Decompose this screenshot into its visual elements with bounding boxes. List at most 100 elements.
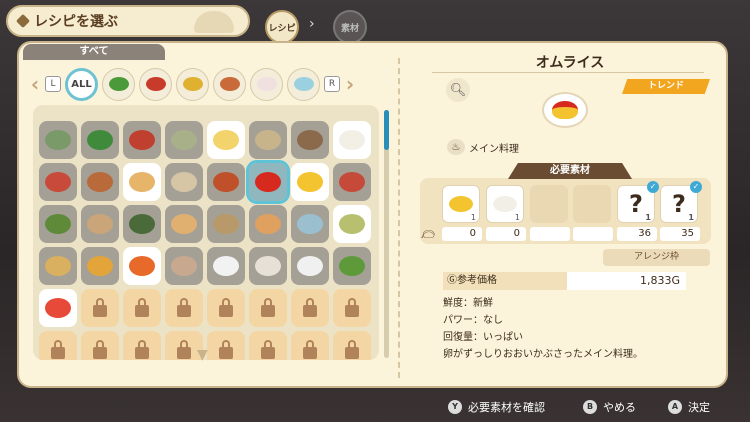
tab-all[interactable]: すべて: [23, 44, 165, 60]
price-row: Ⓖ参考価格 1,833G: [443, 272, 686, 290]
recipe-cell[interactable]: [123, 247, 161, 285]
lock-icon: [219, 297, 233, 317]
category-drink[interactable]: [287, 67, 320, 101]
recipe-cell[interactable]: [165, 247, 203, 285]
ingredient-count: 1: [470, 213, 476, 222]
recipe-cell[interactable]: [165, 121, 203, 159]
category-main-dish[interactable]: [213, 67, 246, 101]
locked-recipe-cell[interactable]: [123, 289, 161, 327]
scrollbar[interactable]: [384, 110, 389, 358]
lock-icon: [345, 297, 359, 317]
recipe-cell[interactable]: [291, 205, 329, 243]
ingredient-slot[interactable]: 1: [486, 185, 524, 223]
category-tabs: ALL: [65, 67, 320, 101]
locked-recipe-cell[interactable]: [207, 331, 245, 360]
chevron-right-icon[interactable]: ›: [344, 72, 356, 96]
recipe-cell[interactable]: [207, 247, 245, 285]
hint-confirm-label: 決定: [688, 401, 710, 414]
recipe-cell[interactable]: [291, 121, 329, 159]
ingredient-slot[interactable]: [530, 185, 568, 223]
locked-recipe-cell[interactable]: [291, 331, 329, 360]
hint-check-ingredients[interactable]: Y 必要素材を確認: [448, 399, 545, 415]
recipe-cell[interactable]: [81, 205, 119, 243]
owned-quantity: 35: [660, 227, 700, 241]
check-icon: ✓: [690, 181, 702, 193]
crumb-recipe[interactable]: レシピ: [265, 10, 299, 44]
ingredient-slot[interactable]: ? 1 ✓: [617, 181, 659, 223]
locked-recipe-cell[interactable]: [123, 331, 161, 360]
recipe-cell[interactable]: [207, 121, 245, 159]
ingredient-slot[interactable]: [573, 185, 611, 223]
dish-icon: [255, 130, 281, 150]
category-all[interactable]: ALL: [65, 67, 98, 101]
lock-icon: [303, 339, 317, 359]
recipe-cell[interactable]: [165, 163, 203, 201]
recipe-cell[interactable]: [81, 247, 119, 285]
ingredient-slot[interactable]: ? 1 ✓: [660, 181, 702, 223]
locked-recipe-cell[interactable]: [249, 289, 287, 327]
locked-recipe-cell[interactable]: [291, 289, 329, 327]
crumb-material[interactable]: 素材: [333, 10, 367, 44]
lock-icon: [135, 339, 149, 359]
ingredient-count: 1: [514, 213, 520, 222]
category-soup-yellow[interactable]: [176, 67, 209, 101]
required-header: 必要素材: [508, 163, 632, 179]
ingredient-slot[interactable]: 1: [442, 185, 480, 223]
unknown-ingredient-icon: ?: [672, 190, 686, 218]
dish-icon: [45, 214, 71, 234]
recipe-cell[interactable]: [333, 163, 371, 201]
recipe-cell[interactable]: [39, 205, 77, 243]
locked-recipe-cell[interactable]: [165, 289, 203, 327]
category-cake[interactable]: [250, 67, 283, 101]
lock-icon: [51, 339, 65, 359]
magnify-icon[interactable]: 🔍︎: [446, 78, 470, 102]
category-soup-red[interactable]: [139, 67, 172, 101]
recipe-cell[interactable]: [39, 247, 77, 285]
recipe-cell[interactable]: [165, 205, 203, 243]
locked-recipe-cell[interactable]: [249, 331, 287, 360]
chevron-left-icon[interactable]: ‹: [29, 72, 41, 96]
locked-recipe-cell[interactable]: [207, 289, 245, 327]
lock-icon: [261, 297, 275, 317]
recipe-cell[interactable]: [207, 205, 245, 243]
recipe-cell[interactable]: [123, 121, 161, 159]
lock-icon: [303, 297, 317, 317]
locked-recipe-cell[interactable]: [333, 331, 371, 360]
dish-icon: [255, 172, 281, 192]
locked-recipe-cell[interactable]: [333, 289, 371, 327]
owned-quantity: [573, 227, 613, 241]
hex-icon: [15, 13, 31, 29]
recipe-cell[interactable]: [333, 121, 371, 159]
selected-recipe-cell[interactable]: [246, 160, 290, 204]
recipe-cell[interactable]: [291, 163, 329, 201]
hint-cancel[interactable]: B やめる: [583, 399, 636, 415]
category-salad[interactable]: [102, 67, 135, 101]
recipe-cell[interactable]: [333, 247, 371, 285]
description: 卵がずっしりおおいかぶさったメイン料理。: [443, 349, 643, 360]
recipe-cell[interactable]: [333, 205, 371, 243]
recipe-cell[interactable]: [207, 163, 245, 201]
locked-recipe-cell[interactable]: [81, 289, 119, 327]
recipe-cell[interactable]: [249, 205, 287, 243]
hint-confirm[interactable]: A 決定: [668, 399, 710, 415]
owned-quantity: 0: [486, 227, 526, 241]
scrollbar-thumb[interactable]: [384, 110, 389, 150]
recipe-cell[interactable]: [123, 163, 161, 201]
recipe-cell[interactable]: [39, 163, 77, 201]
dish-icon: [297, 214, 323, 234]
recipe-cell[interactable]: [81, 163, 119, 201]
crumb-recipe-label: レシピ: [268, 23, 296, 34]
owned-quantity: [530, 227, 570, 241]
locked-recipe-cell[interactable]: [39, 331, 77, 360]
recipe-cell[interactable]: [81, 121, 119, 159]
dish-icon: [129, 172, 155, 192]
locked-recipe-cell[interactable]: [81, 331, 119, 360]
recipe-cell[interactable]: [39, 121, 77, 159]
dish-icon: [171, 214, 197, 234]
cake-icon: [256, 77, 277, 91]
recipe-cell[interactable]: [291, 247, 329, 285]
recipe-cell[interactable]: [249, 247, 287, 285]
recipe-cell[interactable]: [123, 205, 161, 243]
recipe-cell[interactable]: [39, 289, 77, 327]
recipe-cell[interactable]: [249, 121, 287, 159]
